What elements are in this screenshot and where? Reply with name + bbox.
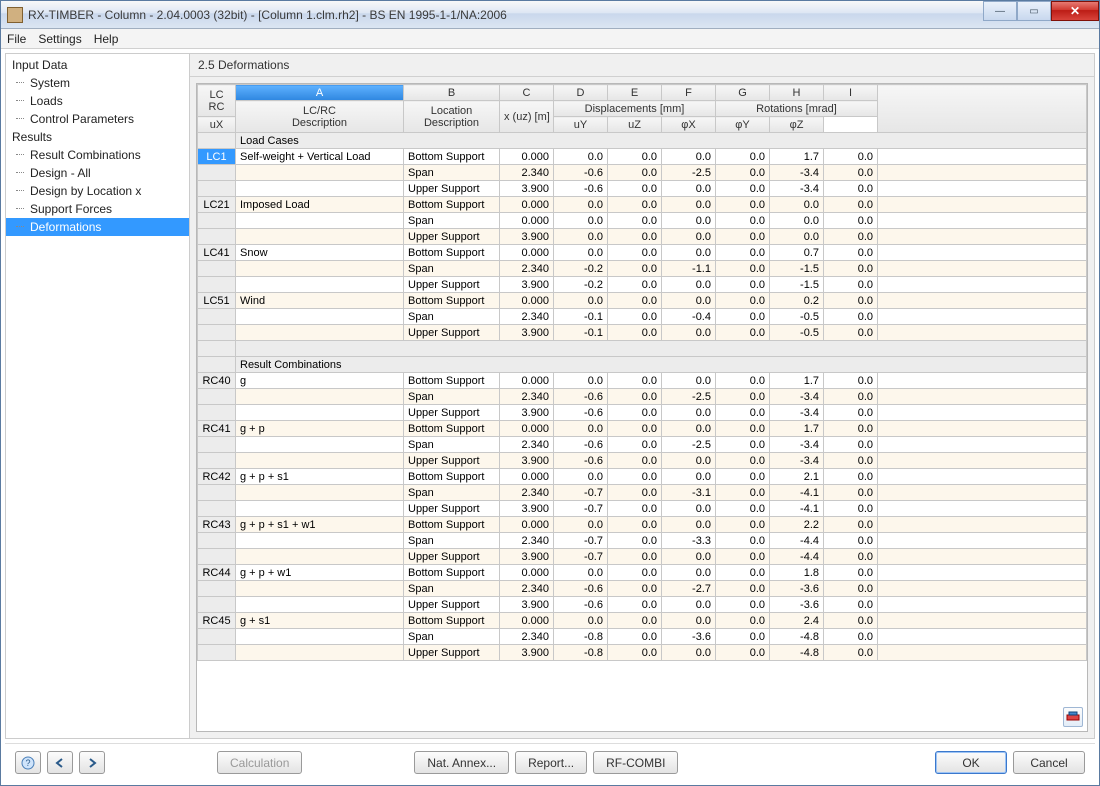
table-row[interactable]: Upper Support3.900-0.60.00.00.0-3.40.0 (198, 453, 1087, 469)
help-icon: ? (21, 756, 35, 770)
cancel-button[interactable]: Cancel (1013, 751, 1085, 774)
buttonbar: ? Calculation Nat. Annex... Report... RF… (5, 743, 1095, 781)
panel-title: 2.5 Deformations (190, 54, 1094, 77)
table-row[interactable]: Span2.340-0.70.0-3.30.0-4.40.0 (198, 533, 1087, 549)
titlebar: RX-TIMBER - Column - 2.04.0003 (32bit) -… (1, 1, 1099, 29)
window-title: RX-TIMBER - Column - 2.04.0003 (32bit) -… (28, 8, 507, 22)
table-row[interactable]: RC43g + p + s1 + w1Bottom Support0.0000.… (198, 517, 1087, 533)
table-row[interactable]: Span2.340-0.60.0-2.50.0-3.40.0 (198, 165, 1087, 181)
table-row[interactable]: LC41SnowBottom Support0.0000.00.00.00.00… (198, 245, 1087, 261)
next-page-button[interactable] (79, 751, 105, 774)
table-row[interactable]: Upper Support3.9000.00.00.00.00.00.0 (198, 229, 1087, 245)
table-row[interactable]: RC40gBottom Support0.0000.00.00.00.01.70… (198, 373, 1087, 389)
table-row[interactable]: Upper Support3.900-0.70.00.00.0-4.10.0 (198, 501, 1087, 517)
tree-group: Input Data (6, 56, 189, 74)
table-row[interactable]: RC45g + s1Bottom Support0.0000.00.00.00.… (198, 613, 1087, 629)
tree-item[interactable]: Design by Location x (6, 182, 189, 200)
ok-button[interactable]: OK (935, 751, 1007, 774)
help-button[interactable]: ? (15, 751, 41, 774)
prev-page-button[interactable] (47, 751, 73, 774)
minimize-button[interactable]: — (983, 1, 1017, 21)
rf-combi-button[interactable]: RF-COMBI (593, 751, 678, 774)
table-row[interactable]: Upper Support3.900-0.60.00.00.0-3.40.0 (198, 405, 1087, 421)
table-row[interactable]: Span2.340-0.80.0-3.60.0-4.80.0 (198, 629, 1087, 645)
table-row[interactable]: Upper Support3.900-0.10.00.00.0-0.50.0 (198, 325, 1087, 341)
tree-item[interactable]: Loads (6, 92, 189, 110)
menu-file[interactable]: File (7, 32, 26, 46)
tree-item[interactable]: System (6, 74, 189, 92)
tree-item[interactable]: Design - All (6, 164, 189, 182)
table-row[interactable]: RC41g + pBottom Support0.0000.00.00.00.0… (198, 421, 1087, 437)
table-row[interactable]: Upper Support3.900-0.60.00.00.0-3.60.0 (198, 597, 1087, 613)
table-row[interactable]: LC1Self-weight + Vertical LoadBottom Sup… (198, 149, 1087, 165)
tree-item[interactable]: Support Forces (6, 200, 189, 218)
table-row[interactable]: Upper Support3.900-0.60.00.00.0-3.40.0 (198, 181, 1087, 197)
table-row[interactable]: RC42g + p + s1Bottom Support0.0000.00.00… (198, 469, 1087, 485)
table-row[interactable]: Upper Support3.900-0.20.00.00.0-1.50.0 (198, 277, 1087, 293)
table-row[interactable]: Upper Support3.900-0.70.00.00.0-4.40.0 (198, 549, 1087, 565)
calculation-button[interactable]: Calculation (217, 751, 302, 774)
menu-help[interactable]: Help (94, 32, 119, 46)
nav-tree[interactable]: Input DataSystemLoadsControl ParametersR… (6, 54, 190, 738)
tree-item[interactable]: Deformations (6, 218, 189, 236)
app-icon (7, 7, 23, 23)
tree-item[interactable]: Control Parameters (6, 110, 189, 128)
menu-settings[interactable]: Settings (38, 32, 81, 46)
left-arrow-icon (53, 756, 67, 770)
close-button[interactable]: ✕ (1051, 1, 1099, 21)
nat-annex-button[interactable]: Nat. Annex... (414, 751, 509, 774)
table-row[interactable]: Span2.340-0.70.0-3.10.0-4.10.0 (198, 485, 1087, 501)
report-button[interactable]: Report... (515, 751, 587, 774)
table-row[interactable]: Upper Support3.900-0.80.00.00.0-4.80.0 (198, 645, 1087, 661)
tree-group: Results (6, 128, 189, 146)
table-row[interactable]: LC51WindBottom Support0.0000.00.00.00.00… (198, 293, 1087, 309)
results-table[interactable]: LCRCABCDEFGHILC/RCDescriptionLocationDes… (197, 84, 1087, 661)
table-row[interactable]: Span2.340-0.60.0-2.50.0-3.40.0 (198, 437, 1087, 453)
tree-item[interactable]: Result Combinations (6, 146, 189, 164)
maximize-button[interactable]: ▭ (1017, 1, 1051, 21)
table-row[interactable]: Span2.340-0.60.0-2.70.0-3.60.0 (198, 581, 1087, 597)
table-row[interactable]: LC21Imposed LoadBottom Support0.0000.00.… (198, 197, 1087, 213)
table-row[interactable]: RC44g + p + w1Bottom Support0.0000.00.00… (198, 565, 1087, 581)
grid-wrap: LCRCABCDEFGHILC/RCDescriptionLocationDes… (196, 83, 1088, 732)
table-row[interactable]: Span2.340-0.20.0-1.10.0-1.50.0 (198, 261, 1087, 277)
menubar: File Settings Help (1, 29, 1099, 49)
table-row[interactable]: Span2.340-0.10.0-0.40.0-0.50.0 (198, 309, 1087, 325)
table-row[interactable]: Span0.0000.00.00.00.00.00.0 (198, 213, 1087, 229)
table-options-icon[interactable] (1063, 707, 1083, 727)
right-arrow-icon (85, 756, 99, 770)
content: Input DataSystemLoadsControl ParametersR… (5, 53, 1095, 739)
main-panel: 2.5 Deformations LCRCABCDEFGHILC/RCDescr… (190, 54, 1094, 738)
svg-text:?: ? (25, 758, 30, 768)
table-row[interactable]: Span2.340-0.60.0-2.50.0-3.40.0 (198, 389, 1087, 405)
